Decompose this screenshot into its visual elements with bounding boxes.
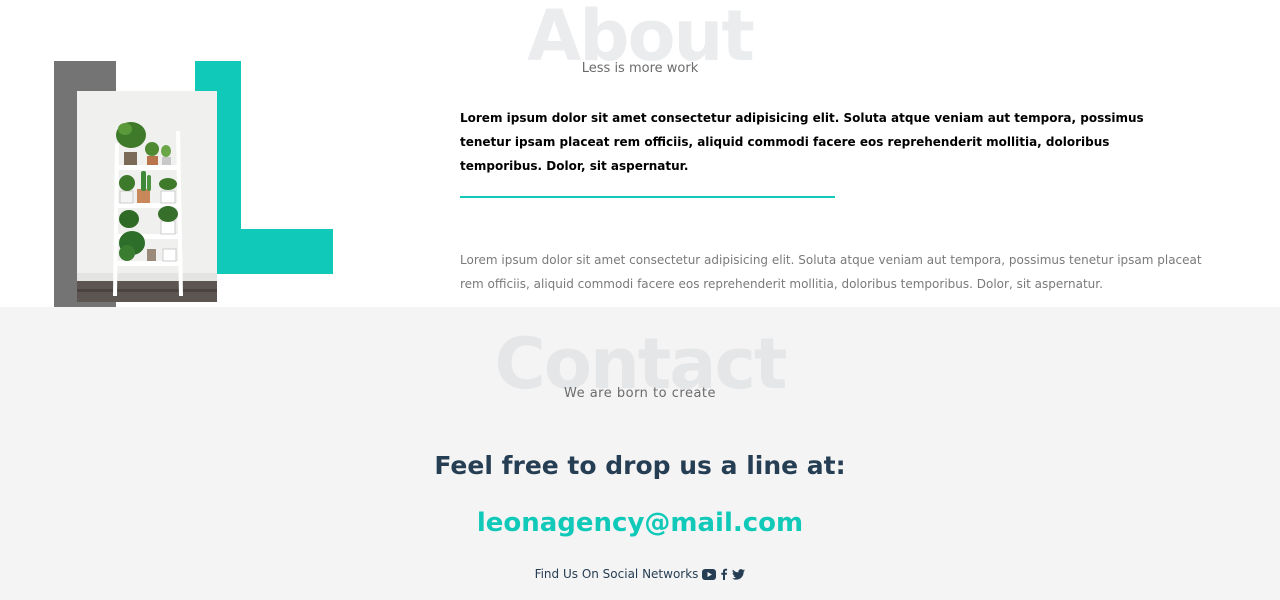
contact-section: Contact We are born to create Feel free … (0, 307, 1280, 600)
twitter-icon[interactable] (732, 568, 746, 580)
contact-subtitle: We are born to create (563, 386, 717, 401)
teal-decor-horizontal (217, 229, 333, 274)
accent-divider (460, 196, 835, 198)
facebook-icon[interactable] (720, 568, 728, 580)
youtube-icon[interactable] (702, 568, 717, 580)
about-section: About Less is more work Lorem ipsum dolo… (0, 0, 1280, 307)
about-lead-paragraph: Lorem ipsum dolor sit amet consectetur a… (460, 111, 1144, 173)
plant-shelf-image (77, 91, 217, 302)
contact-heading: Feel free to drop us a line at: (434, 451, 846, 480)
social-label: Find Us On Social Networks (534, 567, 699, 581)
about-subtitle: Less is more work (581, 61, 699, 76)
social-networks: Find Us On Social Networks (0, 567, 1280, 581)
about-paragraph: Lorem ipsum dolor sit amet consectetur a… (460, 253, 1202, 291)
contact-email-link[interactable]: leonagency@mail.com (0, 508, 1280, 538)
